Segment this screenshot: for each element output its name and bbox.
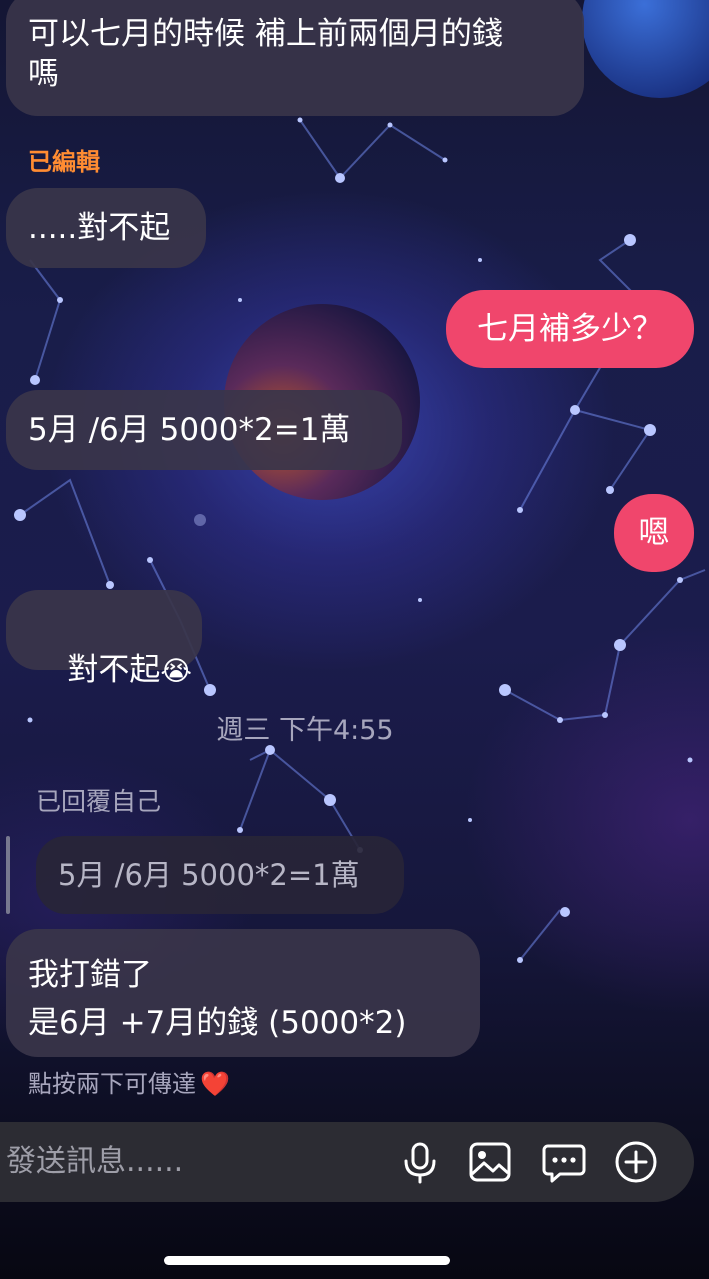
- replied-label: 已回覆自己: [36, 787, 162, 816]
- incoming-message[interactable]: 對不起😭: [6, 590, 202, 688]
- double-tap-hint: 點按兩下可傳達 ❤️: [28, 1064, 230, 1099]
- image-icon[interactable]: [466, 1138, 514, 1186]
- quote-bar: [6, 836, 10, 914]
- outgoing-message[interactable]: 七月補多少？: [446, 290, 694, 368]
- hint-text: 點按兩下可傳達: [28, 1070, 196, 1098]
- outgoing-message[interactable]: 嗯: [614, 494, 694, 572]
- edited-label: 已編輯: [28, 148, 100, 176]
- plus-icon[interactable]: [612, 1138, 660, 1186]
- crying-emoji: 😭: [160, 656, 192, 687]
- heart-icon: ❤️: [200, 1070, 230, 1098]
- incoming-message[interactable]: .....對不起: [6, 188, 206, 268]
- message-text: 對不起: [67, 652, 161, 688]
- incoming-message[interactable]: 可以七月的時候 補上前兩個月的錢 嗎: [6, 0, 584, 116]
- quoted-message[interactable]: 5月 /6月 5000*2=1萬: [36, 836, 404, 914]
- planet-shape: [582, 0, 709, 98]
- message-input[interactable]: 發送訊息......: [6, 1140, 183, 1184]
- home-indicator[interactable]: [164, 1256, 450, 1265]
- incoming-message[interactable]: 我打錯了 是6月 +7月的錢 (5000*2): [6, 929, 480, 1057]
- sticker-chat-icon[interactable]: [540, 1138, 588, 1186]
- incoming-message[interactable]: 5月 /6月 5000*2=1萬: [6, 390, 402, 470]
- timestamp: 週三 下午4:55: [216, 715, 394, 746]
- microphone-icon[interactable]: [396, 1138, 444, 1186]
- chat-screen: 可以七月的時候 補上前兩個月的錢 嗎 已編輯 .....對不起 七月補多少？ 5…: [0, 0, 709, 1279]
